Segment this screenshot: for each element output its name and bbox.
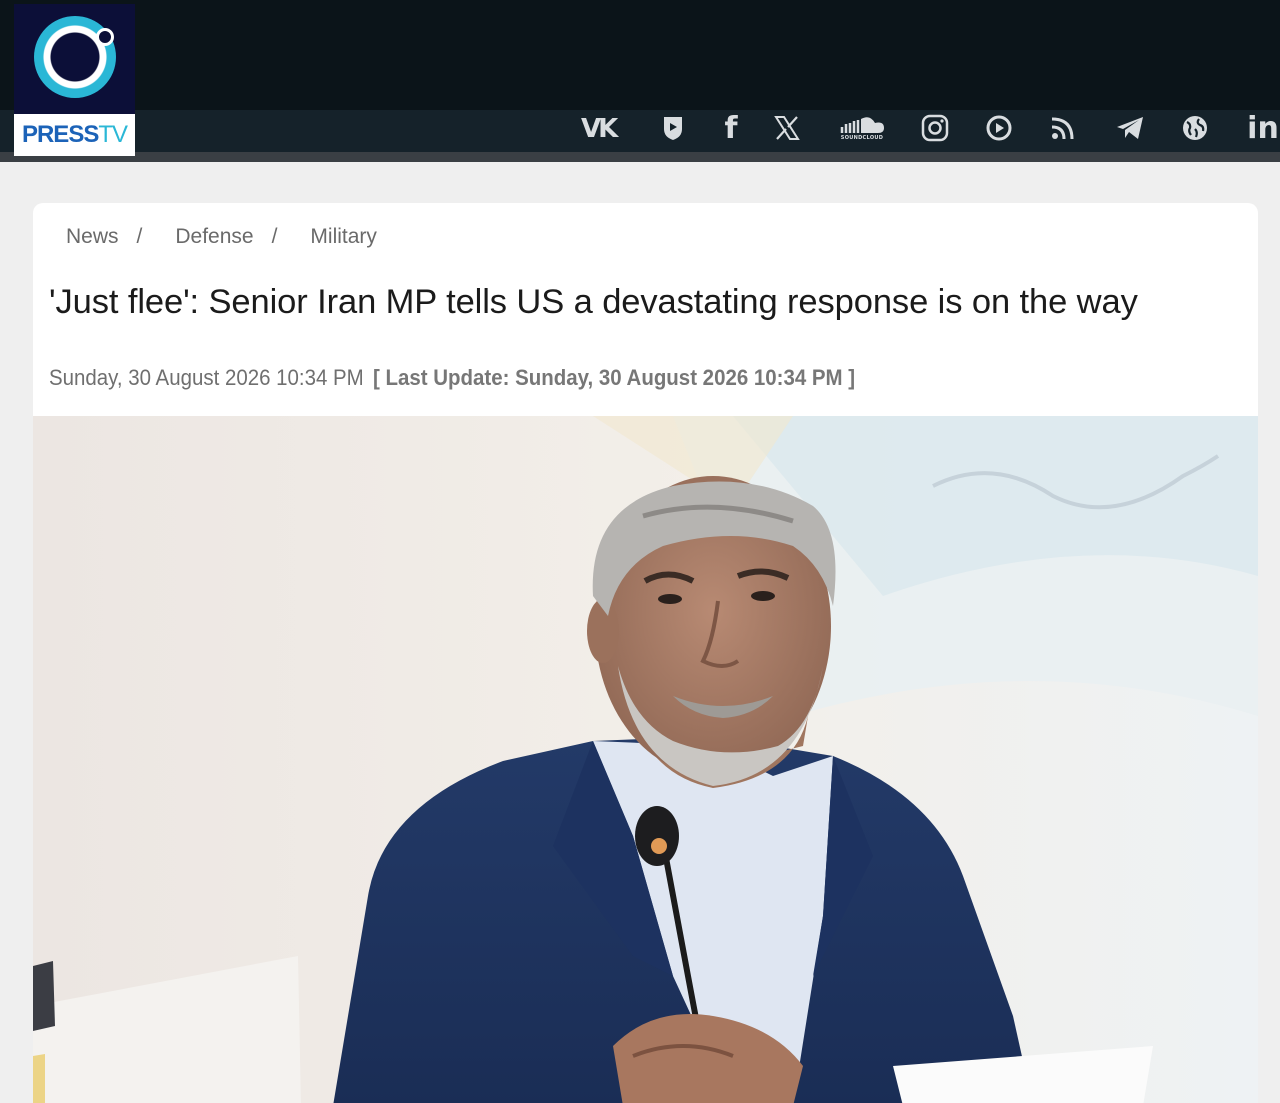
breadcrumb-separator: / — [271, 225, 278, 248]
facebook-glyph: f — [724, 110, 738, 146]
breadcrumb-military[interactable]: Military — [310, 225, 377, 249]
article-dateline: Sunday, 30 August 2026 10:34 PM [ Last Up… — [49, 365, 855, 391]
shield-icon[interactable] — [660, 110, 686, 146]
soundcloud-caption: SOUNDCLOUD — [840, 135, 884, 141]
logo-ring-icon — [34, 16, 116, 98]
photo-illustration — [33, 416, 1258, 1103]
site-logo[interactable]: PRESS TV — [14, 4, 135, 156]
article-title: 'Just flee': Senior Iran MP tells US a d… — [49, 283, 1138, 321]
logo-wordmark: PRESS TV — [14, 114, 135, 156]
rss-icon[interactable] — [1048, 110, 1078, 146]
instagram-icon[interactable] — [920, 110, 950, 146]
linkedin-glyph: in — [1247, 110, 1279, 146]
vk-icon[interactable]: VK — [580, 110, 628, 146]
telegram-icon[interactable] — [1114, 110, 1146, 146]
linkedin-icon[interactable]: in — [1246, 110, 1280, 146]
breadcrumb: News / Defense / Military — [66, 225, 377, 249]
logo-glint — [96, 28, 114, 46]
article-photo — [33, 416, 1258, 1103]
header-upper — [0, 0, 1280, 110]
publish-date: Sunday, 30 August 2026 10:34 PM — [49, 365, 364, 390]
x-icon[interactable] — [770, 110, 804, 146]
social-links: VK f SOUNDCLOUD in — [570, 110, 1280, 146]
play-icon[interactable] — [984, 110, 1014, 146]
soundcloud-icon[interactable]: SOUNDCLOUD — [836, 110, 888, 146]
svg-text:VK: VK — [581, 116, 619, 140]
logo-word-press: PRESS — [21, 121, 99, 148]
breadcrumb-news[interactable]: News — [66, 225, 119, 249]
facebook-icon[interactable]: f — [720, 110, 742, 146]
last-update: [ Last Update: Sunday, 30 August 2026 10… — [373, 365, 856, 390]
logo-word-tv: TV — [98, 121, 128, 148]
breadcrumb-defense[interactable]: Defense — [175, 225, 253, 249]
globe-icon[interactable] — [1180, 110, 1210, 146]
breadcrumb-separator: / — [136, 225, 143, 248]
header-divider — [0, 152, 1280, 162]
article-card: News / Defense / Military 'Just flee': S… — [33, 203, 1258, 1103]
